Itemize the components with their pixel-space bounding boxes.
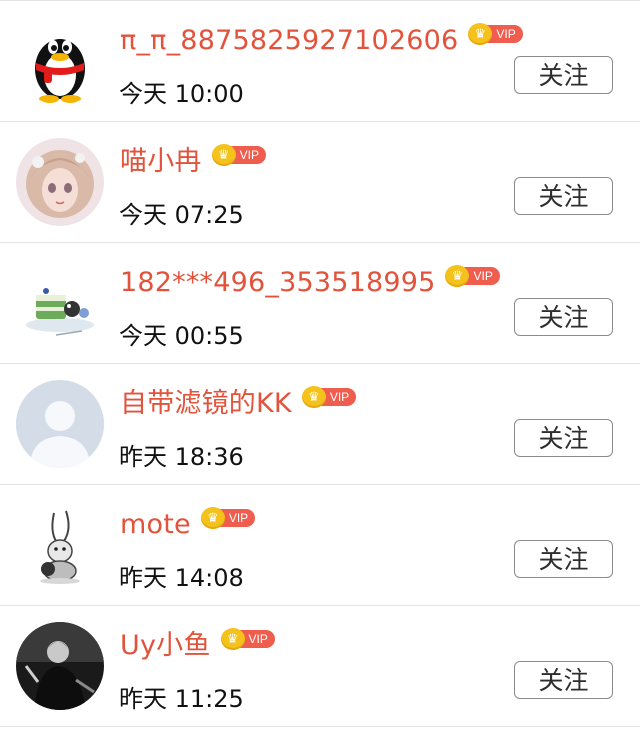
qq-penguin-avatar[interactable]: [16, 17, 104, 105]
crown-icon: ♛: [220, 628, 245, 650]
follow-button[interactable]: 关注: [514, 540, 613, 578]
username[interactable]: 自带滤镜的KK: [120, 386, 292, 422]
timestamp: 今天 10:00: [119, 80, 244, 108]
vip-badge: ♛ VIP: [220, 628, 275, 650]
default-person-avatar[interactable]: [16, 380, 104, 468]
timestamp: 昨天 18:36: [119, 443, 244, 471]
username[interactable]: Uy小鱼: [120, 628, 211, 664]
list-item[interactable]: 喵小冉 ♛ VIP 今天 07:25 关注: [0, 122, 640, 243]
vip-badge: ♛ VIP: [445, 265, 500, 287]
follow-button[interactable]: 关注: [514, 177, 613, 215]
follow-button[interactable]: 关注: [514, 56, 613, 94]
timestamp: 今天 00:55: [119, 322, 244, 350]
username[interactable]: π_π_8875825927102606: [120, 23, 458, 59]
username[interactable]: 182***496_353518995: [120, 265, 435, 301]
vip-badge: ♛ VIP: [211, 144, 266, 166]
crown-icon: ♛: [211, 144, 236, 166]
username[interactable]: mote: [120, 507, 191, 543]
follow-button[interactable]: 关注: [514, 661, 613, 699]
list-item[interactable]: π_π_8875825927102606 ♛ VIP 今天 10:00 关注: [0, 1, 640, 122]
anime-girl-avatar[interactable]: [16, 138, 104, 226]
crown-icon: ♛: [200, 507, 225, 529]
timestamp: 昨天 11:25: [119, 685, 244, 713]
cake-avatar[interactable]: [16, 259, 104, 347]
crown-icon: ♛: [301, 386, 326, 408]
vip-badge: ♛ VIP: [468, 23, 523, 45]
list-item[interactable]: Uy小鱼 ♛ VIP 昨天 11:25 关注: [0, 606, 640, 727]
list-item[interactable]: mote ♛ VIP 昨天 14:08 关注: [0, 485, 640, 606]
vip-badge: ♛ VIP: [301, 386, 357, 408]
follower-list: π_π_8875825927102606 ♛ VIP 今天 10:00 关注 喵…: [0, 0, 640, 750]
follow-button[interactable]: 关注: [514, 298, 613, 336]
man-portrait-avatar[interactable]: [16, 622, 104, 710]
list-item[interactable]: 自带滤镜的KK ♛ VIP 昨天 18:36 关注: [0, 364, 640, 485]
vip-badge: ♛ VIP: [200, 507, 256, 529]
list-item[interactable]: 182***496_353518995 ♛ VIP 今天 00:55 关注: [0, 243, 640, 364]
follow-button[interactable]: 关注: [514, 419, 613, 457]
timestamp: 今天 07:25: [119, 201, 244, 229]
username[interactable]: 喵小冉: [120, 144, 202, 180]
rabbit-sketch-avatar[interactable]: [16, 501, 104, 589]
timestamp: 昨天 14:08: [119, 564, 244, 592]
